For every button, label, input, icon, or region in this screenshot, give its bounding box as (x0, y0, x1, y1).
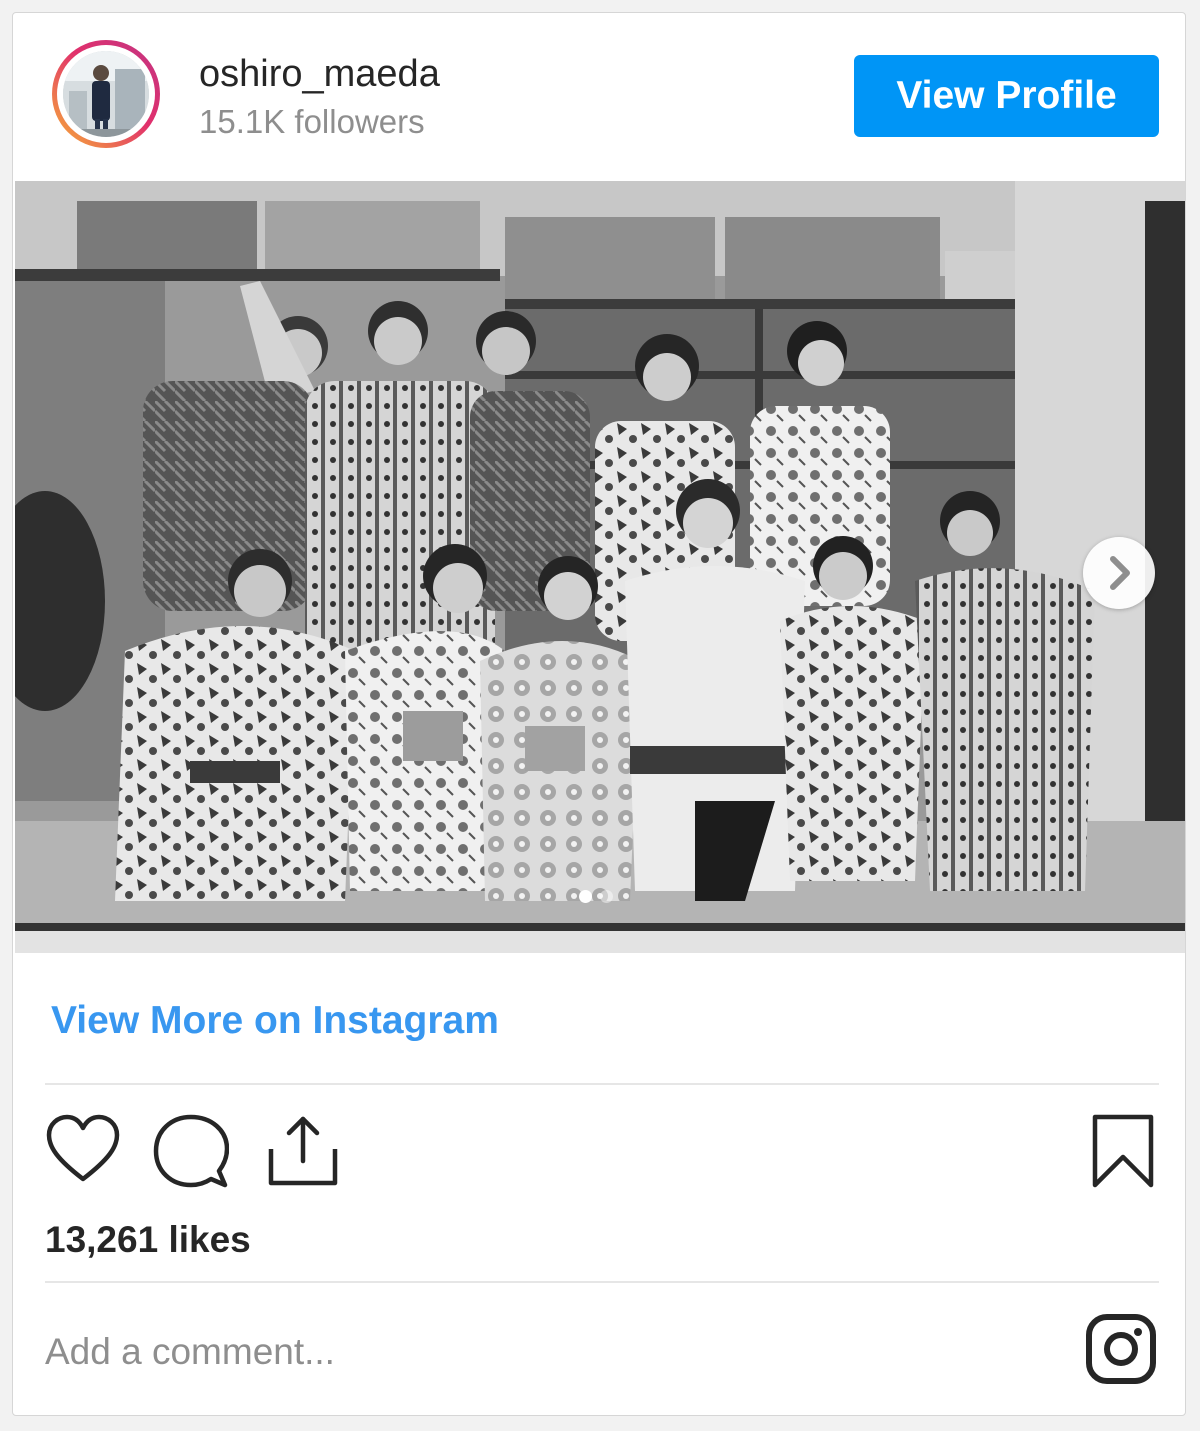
post-image[interactable] (15, 181, 1185, 953)
share-button[interactable] (265, 1113, 341, 1189)
view-profile-button[interactable]: View Profile (854, 55, 1159, 137)
instagram-icon (1086, 1314, 1156, 1384)
heart-icon (46, 1114, 120, 1182)
save-button[interactable] (1085, 1113, 1161, 1189)
like-count: 13,261 likes (45, 1219, 251, 1260)
chevron-right-icon (1110, 556, 1130, 590)
profile-avatar[interactable] (52, 40, 160, 148)
comment-button[interactable] (153, 1113, 230, 1189)
share-icon (268, 1116, 338, 1186)
divider (45, 1083, 1159, 1085)
carousel-dot (600, 890, 613, 903)
carousel-next-button[interactable] (1083, 537, 1155, 609)
divider (45, 1281, 1159, 1283)
carousel-indicator (579, 890, 613, 903)
like-button[interactable] (45, 1113, 121, 1189)
avatar-image (63, 51, 149, 137)
username-link[interactable]: oshiro_maeda (199, 53, 440, 96)
instagram-logo-link[interactable] (1085, 1313, 1157, 1385)
instagram-embed-card: oshiro_maeda 15.1K followers View Profil… (12, 12, 1186, 1416)
bookmark-icon (1092, 1114, 1154, 1188)
view-more-link[interactable]: View More on Instagram (51, 999, 499, 1043)
add-comment-input[interactable]: Add a comment... (45, 1331, 335, 1373)
comment-icon (153, 1114, 230, 1188)
follower-count: 15.1K followers (199, 103, 425, 140)
carousel-dot-active (579, 890, 592, 903)
